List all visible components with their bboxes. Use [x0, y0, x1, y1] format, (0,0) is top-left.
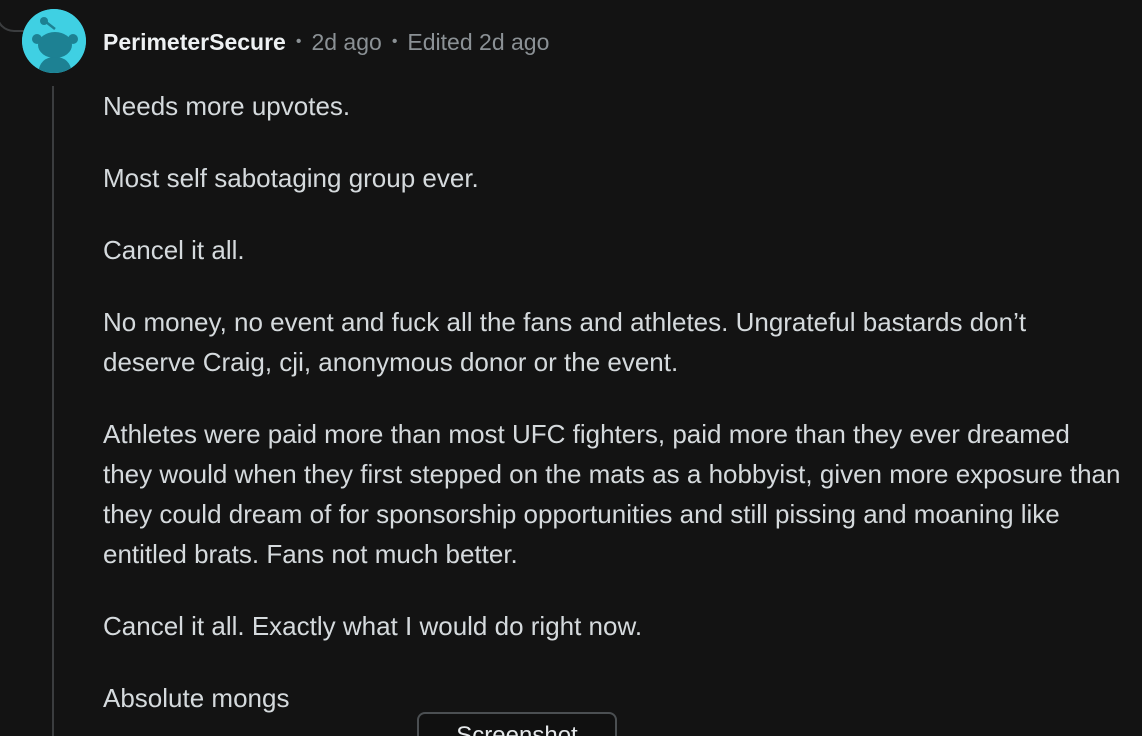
username-link[interactable]: PerimeterSecure [103, 29, 286, 56]
avatar[interactable] [22, 9, 86, 73]
comment-paragraph: Needs more upvotes. [103, 91, 351, 121]
comment-body: Needs more upvotes. Most self sabotaging… [103, 86, 1123, 736]
screenshot-button[interactable]: Screenshot [417, 712, 617, 736]
comment-paragraph: No money, no event and fuck all the fans… [103, 307, 1027, 377]
comment-paragraph: Cancel it all. Exactly what I would do r… [103, 611, 643, 641]
post-timestamp[interactable]: 2d ago [311, 29, 381, 56]
comment-header: PerimeterSecure • 2d ago • Edited 2d ago [103, 28, 549, 56]
comment-paragraph: Absolute mongs [103, 683, 290, 713]
separator-dot: • [391, 33, 398, 50]
comment-paragraph: Cancel it all. [103, 235, 245, 265]
comment-paragraph: Most self sabotaging group ever. [103, 163, 479, 193]
snoo-avatar-icon [22, 9, 86, 73]
separator-dot: • [295, 33, 302, 50]
thread-connector [0, 0, 26, 34]
comment-paragraph: Athletes were paid more than most UFC fi… [103, 419, 1121, 569]
thread-line[interactable] [52, 86, 54, 736]
edited-timestamp: Edited 2d ago [407, 28, 550, 55]
